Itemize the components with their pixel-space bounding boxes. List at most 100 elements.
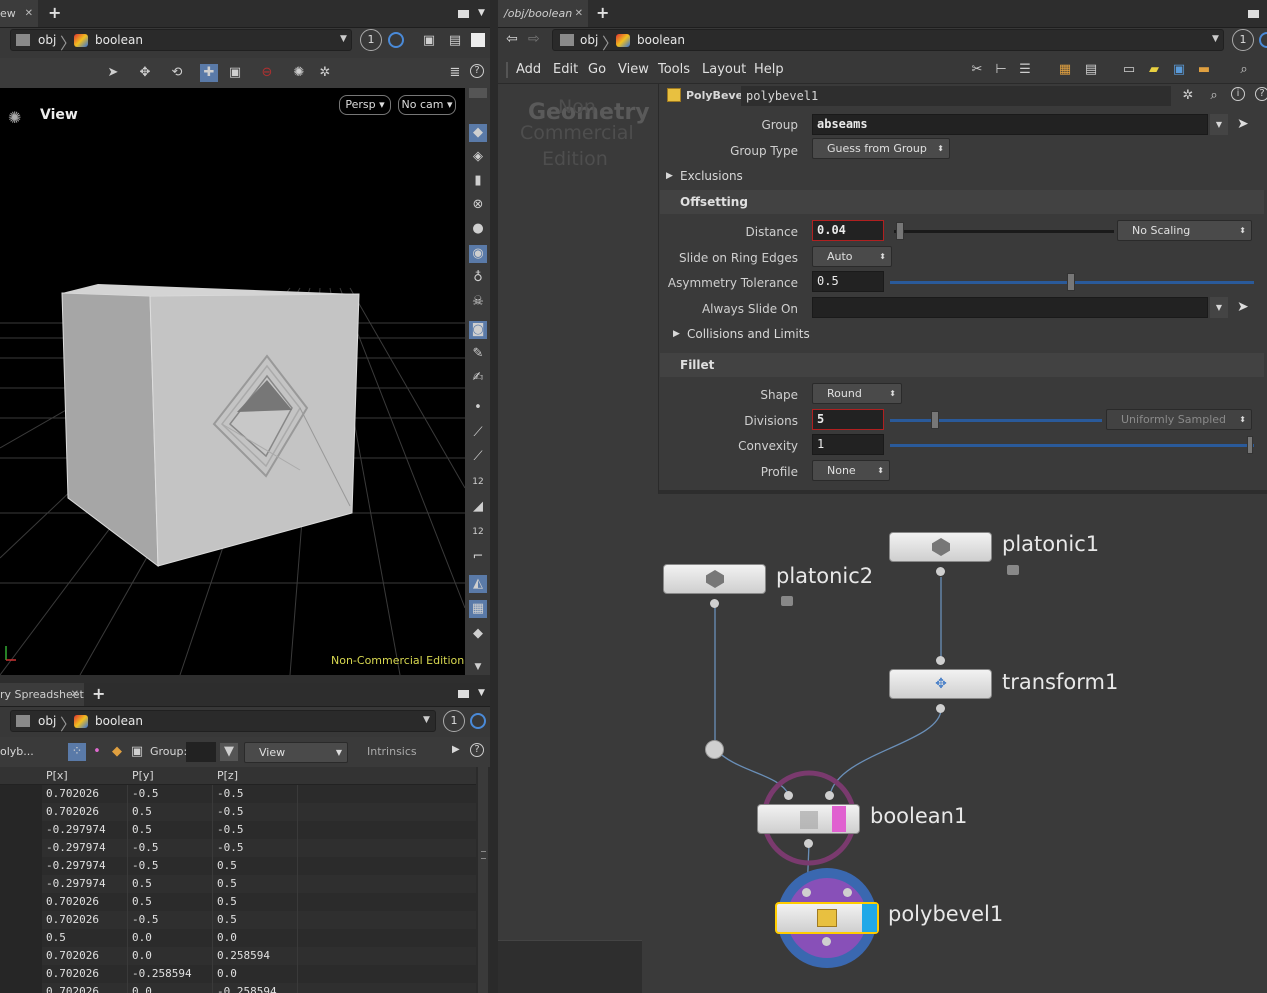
netbox-icon[interactable]: ▭ — [1120, 61, 1138, 79]
input-connector[interactable] — [936, 656, 945, 665]
image-icon[interactable]: ▣ — [1170, 61, 1188, 79]
pane-menu-icon[interactable] — [458, 690, 469, 698]
node-label-boolean1[interactable]: boolean1 — [870, 804, 967, 828]
menu-tools[interactable]: Tools — [658, 62, 690, 77]
col-header-py[interactable]: P[y] — [132, 769, 154, 782]
node-name-field[interactable]: polybevel1 — [741, 86, 1171, 106]
prims-mode-icon[interactable]: ◆ — [108, 743, 126, 761]
pane-splitter-vertical[interactable] — [490, 0, 498, 993]
path-root[interactable]: obj — [38, 29, 56, 51]
filter-icon[interactable]: ▼ — [220, 743, 238, 761]
scroll-down-icon[interactable]: ▼ — [469, 658, 487, 676]
node-label-transform1[interactable]: transform1 — [1002, 670, 1118, 694]
gear-icon[interactable]: ✲ — [1179, 87, 1197, 105]
pane-dropdown-icon[interactable]: ▼ — [478, 8, 485, 18]
add-tab-icon[interactable]: + — [92, 684, 105, 703]
path-root[interactable]: obj — [38, 710, 56, 732]
chevron-down-icon[interactable]: ▼ — [423, 715, 430, 725]
settings-icon[interactable]: ✲ — [316, 64, 334, 82]
always-slide-arrow-icon[interactable]: ➤ — [1237, 299, 1249, 315]
add-tab-icon[interactable]: + — [48, 3, 61, 22]
checker-icon[interactable]: ▦ — [469, 600, 487, 618]
table-row[interactable]: -0.297974 -0.5 0.5 — [0, 857, 476, 875]
brush-icon[interactable]: ✎ — [469, 345, 487, 363]
path-root[interactable]: obj — [580, 29, 598, 51]
offsetting-section[interactable]: Offsetting — [660, 190, 1264, 214]
table-row[interactable]: 0.5 0.0 0.0 — [0, 929, 476, 947]
intrinsics-label[interactable]: Intrinsics — [367, 745, 417, 758]
divisions-slider[interactable] — [890, 419, 1102, 422]
view-options-icon[interactable]: ▤ — [446, 32, 464, 50]
table-row[interactable]: 0.702026 0.5 -0.5 — [0, 803, 476, 821]
display-flag[interactable] — [862, 904, 877, 932]
expand-icon[interactable]: ▶ — [452, 744, 460, 755]
back-icon[interactable]: ⇦ — [506, 31, 518, 47]
sticky-note-icon[interactable]: ▰ — [1145, 61, 1163, 79]
display-options-icon[interactable]: ▣ — [420, 32, 438, 50]
network-tab[interactable]: /obj/boolean ✕ — [498, 0, 588, 27]
menu-edit[interactable]: Edit — [553, 62, 578, 77]
distance-slider-handle[interactable] — [896, 222, 904, 240]
tree-icon[interactable]: ⊢ — [992, 61, 1010, 79]
prim-icon[interactable]: ◢ — [469, 498, 487, 516]
output-connector[interactable] — [936, 704, 945, 713]
chevron-down-icon[interactable]: ▼ — [1212, 34, 1219, 44]
persp-dropdown[interactable]: Persp ▾ — [339, 95, 391, 115]
table-row[interactable]: -0.297974 -0.5 -0.5 — [0, 839, 476, 857]
table-row[interactable]: 0.702026 0.5 0.5 — [0, 893, 476, 911]
always-slide-field[interactable] — [812, 297, 1208, 318]
skull-icon[interactable]: ☠ — [469, 293, 487, 311]
menu-layout[interactable]: Layout — [702, 62, 746, 77]
node-polybevel1[interactable] — [775, 902, 879, 934]
camera-dropdown[interactable]: No cam ▾ — [398, 95, 456, 115]
help-icon[interactable]: ? — [1255, 87, 1267, 101]
node-label-platonic2[interactable]: platonic2 — [776, 564, 873, 588]
output-connector[interactable] — [804, 839, 813, 848]
node-boolean1[interactable] — [757, 804, 860, 834]
maximize-icon[interactable] — [471, 33, 485, 47]
slide-dropdown[interactable]: Auto ⬍ — [812, 246, 892, 267]
table-row[interactable]: -0.297974 0.5 -0.5 — [0, 821, 476, 839]
forward-icon[interactable]: ⇨ — [528, 31, 540, 47]
col-header-pz[interactable]: P[z] — [217, 769, 238, 782]
divisions-field[interactable]: 5 — [812, 409, 884, 430]
divisions-slider-handle[interactable] — [931, 411, 939, 429]
output-connector[interactable] — [822, 937, 831, 946]
vertices-mode-icon[interactable]: • — [88, 743, 106, 761]
node-label-platonic1[interactable]: platonic1 — [1002, 532, 1099, 556]
close-icon[interactable]: ✕ — [25, 0, 33, 27]
desktop-level-button[interactable]: 1 — [1232, 29, 1254, 51]
lock-icon[interactable] — [1007, 565, 1019, 575]
close-icon[interactable]: ✕ — [71, 683, 79, 706]
input-connector-a[interactable] — [784, 791, 793, 800]
table-row[interactable]: 0.702026 0.0 0.258594 — [0, 947, 476, 965]
spreadsheet-tab[interactable]: ry Spreadsheet ✕ — [0, 683, 84, 706]
lock-icon[interactable]: ▮ — [469, 172, 487, 190]
exclusions-folder[interactable]: ▶ Exclusions — [660, 164, 1264, 188]
search-icon[interactable]: ⌕ — [1235, 61, 1253, 79]
search-icon[interactable]: ⌕ — [1205, 87, 1223, 105]
always-slide-dropdown[interactable]: ▼ — [1210, 297, 1228, 318]
view-dropdown[interactable]: View ▼ — [244, 742, 348, 763]
path-node[interactable]: boolean — [95, 710, 143, 732]
sheet-scrollbar[interactable] — [478, 767, 488, 993]
dot-icon[interactable]: ▬ — [1195, 61, 1213, 79]
pane-menu-icon[interactable] — [1248, 10, 1259, 18]
help-icon[interactable]: ? — [470, 64, 484, 78]
table-row[interactable]: 0.702026 -0.5 -0.5 — [0, 785, 476, 803]
fillet-section[interactable]: Fillet — [660, 353, 1264, 377]
help-icon[interactable]: ? — [470, 743, 484, 757]
menu-go[interactable]: Go — [588, 62, 606, 77]
uv-icon[interactable]: ⌐ — [469, 548, 487, 566]
group-field[interactable] — [186, 742, 216, 762]
points-mode-icon[interactable]: ⁘ — [68, 743, 86, 761]
add-tab-icon[interactable]: + — [596, 3, 609, 22]
table-row[interactable]: -0.297974 0.5 0.5 — [0, 875, 476, 893]
rotate-tool-icon[interactable]: ⟲ — [168, 64, 186, 82]
grid-icon[interactable]: ▦ — [1056, 61, 1074, 79]
layers-icon[interactable]: ◆ — [469, 625, 487, 643]
detail-mode-icon[interactable]: ▣ — [128, 743, 146, 761]
ghost-icon[interactable]: ⊗ — [469, 196, 487, 214]
group-type-dropdown[interactable]: Guess from Group ⬍ — [812, 138, 950, 159]
table-row[interactable]: 0.702026 0.0 -0.258594 — [0, 983, 476, 993]
